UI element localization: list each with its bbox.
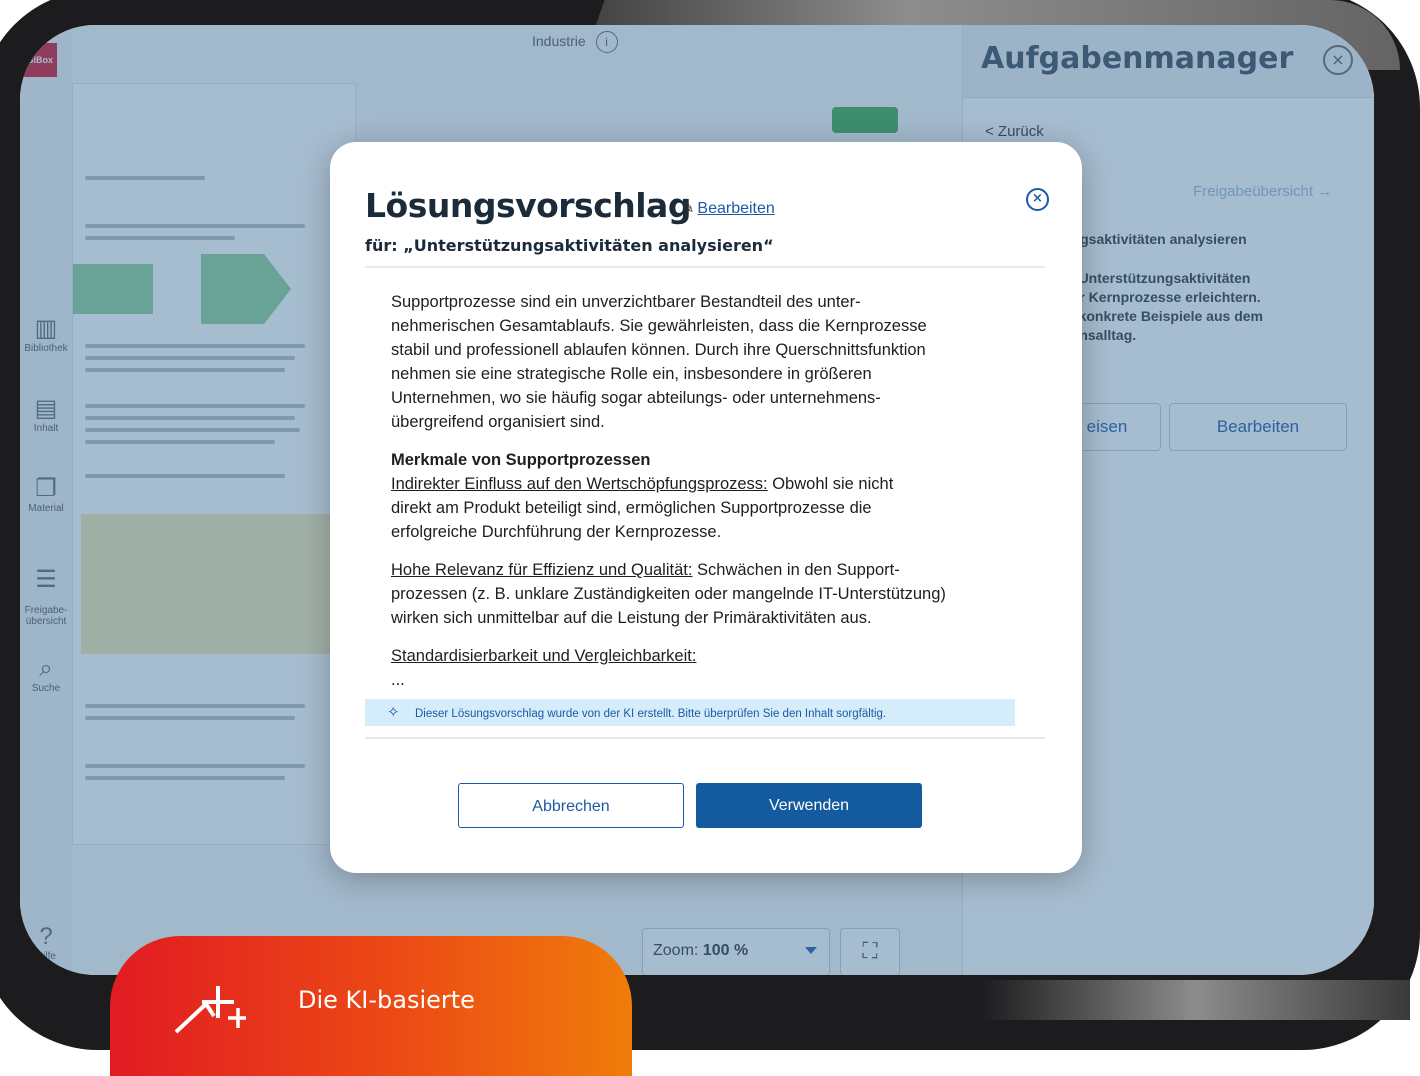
solution-content: Supportprozesse sind ein unverzichtbarer… — [391, 290, 1031, 692]
edit-link[interactable]: ✎ Bearbeiten — [681, 198, 775, 218]
divider — [365, 266, 1045, 268]
divider — [365, 737, 1045, 739]
use-button[interactable]: Verwenden — [696, 783, 922, 828]
ai-sparkle-icon: ✧ — [387, 704, 400, 721]
promo-banner: Die KI-basierte — [110, 936, 632, 1076]
tablet-sheen-bottom — [980, 980, 1410, 1020]
intro-paragraph: Supportprozesse sind ein unverzichtbarer… — [391, 293, 927, 431]
edit-link-label: Bearbeiten — [697, 200, 775, 217]
ai-note-text: Dieser Lösungsvorschlag wurde von der KI… — [415, 708, 887, 720]
ellipsis: ... — [391, 671, 405, 689]
point-1: Indirekter Einfluss auf den Wertschöpfun… — [391, 472, 1031, 544]
point-3: Standardisierbarkeit und Vergleichbarkei… — [391, 644, 1031, 668]
point-2-title: Hohe Relevanz für Effizienz und Qualität… — [391, 561, 693, 579]
dialog-subtitle: für: „Unterstützungsaktivitäten analysie… — [365, 236, 774, 255]
ai-note: ✧ Dieser Lösungsvorschlag wurde von der K… — [365, 699, 1015, 726]
promo-text: Die KI-basierte — [298, 986, 475, 1014]
solution-dialog: Lösungsvorschlag ✎ Bearbeiten × für: „Unt… — [330, 142, 1082, 873]
pencil-icon: ✎ — [681, 200, 695, 217]
close-icon[interactable]: × — [1026, 188, 1049, 211]
ai-sparkle-icon — [174, 986, 246, 1034]
cancel-button[interactable]: Abbrechen — [458, 783, 684, 828]
point-3-title: Standardisierbarkeit und Vergleichbarkei… — [391, 647, 697, 665]
point-2: Hohe Relevanz für Effizienz und Qualität… — [391, 558, 1031, 630]
dialog-title: Lösungsvorschlag — [365, 186, 691, 225]
dialog-subtitle-prefix: für: — [365, 236, 398, 255]
dialog-subtitle-task: „Unterstützungsaktivitäten analysieren“ — [403, 236, 774, 255]
point-1-title: Indirekter Einfluss auf den Wertschöpfun… — [391, 475, 768, 493]
section-heading: Merkmale von Supportprozessen — [391, 451, 651, 469]
